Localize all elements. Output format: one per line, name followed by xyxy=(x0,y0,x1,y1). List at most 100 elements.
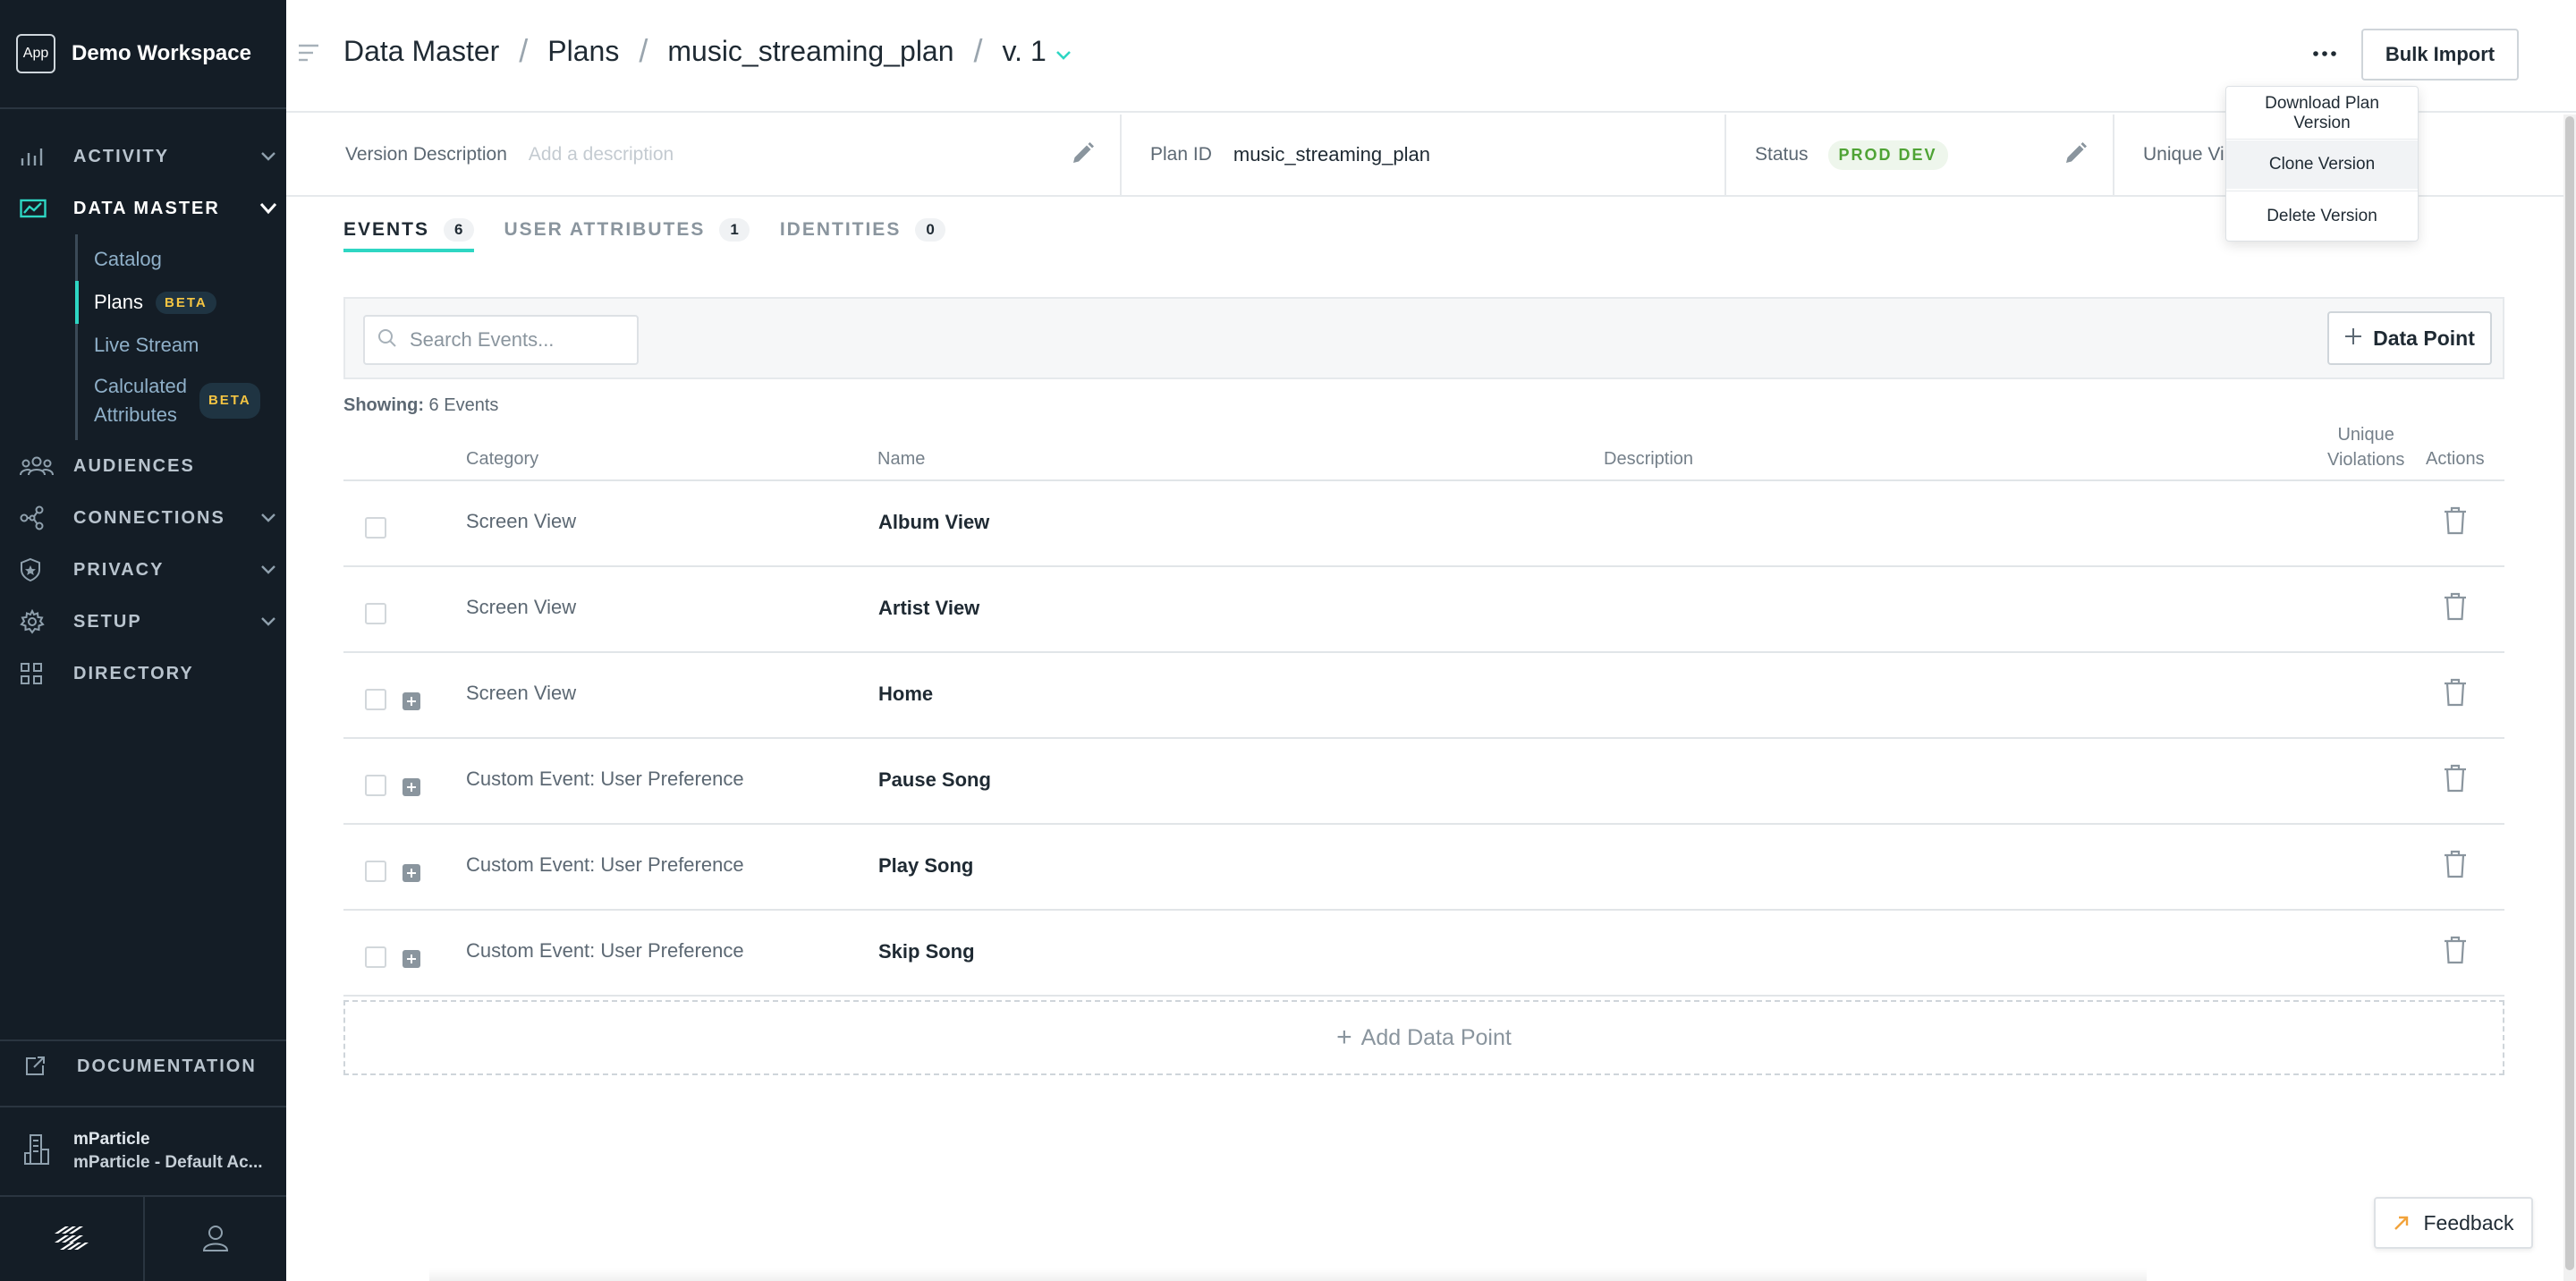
subitem-label: Plans xyxy=(94,291,144,313)
trash-icon[interactable] xyxy=(2444,678,2467,711)
expand-row-icon[interactable] xyxy=(402,864,420,882)
row-checkbox[interactable] xyxy=(365,775,386,796)
scrollbar-thumb[interactable] xyxy=(2565,116,2574,1270)
trash-icon[interactable] xyxy=(2444,506,2467,539)
version-label: v. 1 xyxy=(1002,34,1046,67)
expand-row-icon[interactable] xyxy=(402,692,420,710)
table-row[interactable]: Screen View Artist View xyxy=(343,567,2504,653)
arrow-up-right-icon xyxy=(2394,1216,2409,1230)
breadcrumb-data-master[interactable]: Data Master xyxy=(343,35,499,68)
trash-icon[interactable] xyxy=(2444,592,2467,625)
sidebar-item-privacy[interactable]: PRIVACY xyxy=(0,544,286,596)
table-row[interactable]: Custom Event: User Preference Skip Song xyxy=(343,911,2504,997)
version-selector[interactable]: v. 1 xyxy=(1003,35,1072,68)
sidebar-item-data-master[interactable]: DATA MASTER xyxy=(0,182,286,234)
chevron-down-icon xyxy=(250,513,286,523)
building-icon xyxy=(23,1133,50,1170)
add-data-point-button[interactable]: Data Point xyxy=(2327,311,2492,365)
menu-item-clone-version[interactable]: Clone Version xyxy=(2226,140,2418,189)
data-master-subnav: Catalog Plans BETA Live Stream Calculate… xyxy=(75,234,286,440)
edit-pencil-icon[interactable] xyxy=(1070,141,1095,172)
more-options-menu: Download Plan Version Clone Version Dele… xyxy=(2225,86,2419,242)
row-category: Screen View xyxy=(466,510,577,532)
network-icon xyxy=(20,505,55,531)
header-line: Unique xyxy=(2337,425,2394,445)
sidebar-subitem-plans[interactable]: Plans BETA xyxy=(75,281,286,324)
tab-identities[interactable]: IDENTITIES 0 xyxy=(780,218,945,252)
mparticle-logo-icon xyxy=(53,1225,90,1256)
beta-badge: BETA xyxy=(199,383,260,419)
trash-icon[interactable] xyxy=(2444,850,2467,883)
unique-violations-label: Unique Vi xyxy=(2143,144,2224,165)
expand-row-icon[interactable] xyxy=(402,778,420,796)
status-badge: PROD DEV xyxy=(1827,140,1948,170)
breadcrumb-plan-name[interactable]: music_streaming_plan xyxy=(667,35,953,68)
column-header-name[interactable]: Name xyxy=(877,449,925,470)
feedback-button[interactable]: Feedback xyxy=(2374,1197,2533,1249)
breadcrumb-plans[interactable]: Plans xyxy=(547,35,619,68)
add-data-point-row[interactable]: + Add Data Point xyxy=(343,1000,2504,1075)
chevron-down-icon xyxy=(250,151,286,162)
bulk-import-button[interactable]: Bulk Import xyxy=(2361,29,2519,81)
status-cell: Status PROD DEV xyxy=(1726,115,2114,195)
row-name[interactable]: Pause Song xyxy=(878,768,991,792)
menu-item-delete-version[interactable]: Delete Version xyxy=(2226,192,2418,241)
row-checkbox[interactable] xyxy=(365,946,386,968)
tab-user-attributes[interactable]: USER ATTRIBUTES 1 xyxy=(504,218,750,252)
version-description-label: Version Description xyxy=(345,144,507,165)
sidebar-item-audiences[interactable]: AUDIENCES xyxy=(0,440,286,492)
row-name[interactable]: Home xyxy=(878,683,933,706)
edit-pencil-icon[interactable] xyxy=(2063,141,2088,172)
row-checkbox[interactable] xyxy=(365,603,386,624)
trash-icon[interactable] xyxy=(2444,764,2467,797)
expand-row-icon[interactable] xyxy=(402,950,420,968)
sidebar-item-activity[interactable]: ACTIVITY xyxy=(0,131,286,182)
sidebar-subitem-calculated-attributes[interactable]: Calculated Attributes BETA xyxy=(78,367,286,435)
user-profile-button[interactable] xyxy=(143,1197,286,1281)
table-header: Category Name Description Unique Violati… xyxy=(343,422,2504,481)
column-header-unique-violations[interactable]: Unique Violations xyxy=(2327,422,2404,472)
trash-icon[interactable] xyxy=(2444,936,2467,969)
sidebar-item-connections[interactable]: CONNECTIONS xyxy=(0,492,286,544)
menu-item-label-line1: Download Plan xyxy=(2265,94,2379,113)
bottom-shadow xyxy=(429,1268,2147,1281)
table-row[interactable]: Custom Event: User Preference Pause Song xyxy=(343,739,2504,825)
more-options-button[interactable] xyxy=(2303,36,2346,72)
people-icon xyxy=(20,453,55,479)
row-name[interactable]: Artist View xyxy=(878,597,979,620)
row-checkbox[interactable] xyxy=(365,689,386,710)
row-checkbox[interactable] xyxy=(365,861,386,882)
collapse-sidebar-icon[interactable] xyxy=(297,43,320,67)
results-count: Showing: 6 Events xyxy=(343,395,498,416)
sidebar-subitem-live-stream[interactable]: Live Stream xyxy=(78,324,286,367)
account-switcher[interactable]: mParticle mParticle - Default Ac... xyxy=(0,1106,286,1195)
row-name[interactable]: Play Song xyxy=(878,854,973,878)
menu-item-download-plan-version[interactable]: Download Plan Version xyxy=(2226,94,2418,133)
workspace-logo: App xyxy=(16,34,55,73)
search-box xyxy=(363,315,639,365)
row-name[interactable]: Album View xyxy=(878,511,989,534)
sidebar-item-label: CONNECTIONS xyxy=(73,507,225,528)
table-row[interactable]: Screen View Album View xyxy=(343,481,2504,567)
version-description-field[interactable]: Add a description xyxy=(529,144,674,165)
column-header-actions: Actions xyxy=(2426,449,2485,469)
column-header-category[interactable]: Category xyxy=(466,449,538,470)
sidebar-item-label: AUDIENCES xyxy=(73,455,195,476)
plus-icon: + xyxy=(1336,1022,1352,1052)
sidebar-item-directory[interactable]: DIRECTORY xyxy=(0,648,286,700)
chevron-down-icon xyxy=(250,202,286,215)
search-input[interactable] xyxy=(410,328,624,352)
sidebar-item-setup[interactable]: SETUP xyxy=(0,596,286,648)
table-row[interactable]: Screen View Home xyxy=(343,653,2504,739)
home-logo-button[interactable] xyxy=(0,1197,143,1281)
workspace-switcher[interactable]: App Demo Workspace xyxy=(0,0,286,109)
tab-events[interactable]: EVENTS 6 xyxy=(343,218,474,252)
table-row[interactable]: Custom Event: User Preference Play Song xyxy=(343,825,2504,911)
row-checkbox[interactable] xyxy=(365,517,386,539)
row-name[interactable]: Skip Song xyxy=(878,940,975,963)
version-description-cell: Version Description Add a description xyxy=(286,115,1122,195)
sidebar-subitem-catalog[interactable]: Catalog xyxy=(78,238,286,281)
chevron-down-icon xyxy=(250,616,286,627)
tab-label: USER ATTRIBUTES xyxy=(504,219,706,240)
sidebar-item-documentation[interactable]: DOCUMENTATION xyxy=(0,1039,286,1091)
